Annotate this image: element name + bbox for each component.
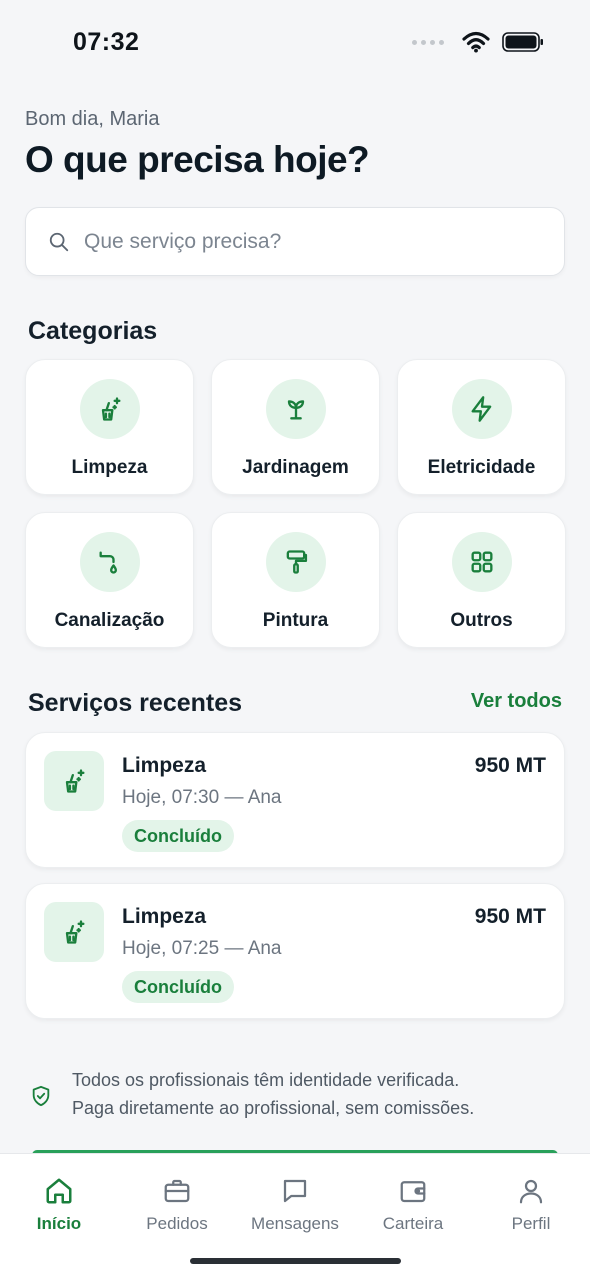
trust-line-2: Paga diretamente ao profissional, sem co… <box>72 1098 475 1118</box>
briefcase-icon <box>164 1179 190 1203</box>
categories-title: Categorias <box>28 317 158 345</box>
category-label: Outros <box>450 610 513 631</box>
tab-pedidos[interactable]: Pedidos <box>118 1176 236 1234</box>
service-subtitle: Hoje, 07:30 — Ana <box>122 787 282 808</box>
tab-mensagens[interactable]: Mensagens <box>236 1176 354 1234</box>
status-badge: Concluído <box>122 971 234 1003</box>
search-input[interactable] <box>84 229 524 254</box>
sprout-icon <box>287 400 304 420</box>
categories-grid: Limpeza Jardinagem Eletricidade Canaliza… <box>25 359 566 648</box>
signal-dots-icon <box>412 39 444 45</box>
search-icon <box>49 232 69 251</box>
cleaning-icon <box>65 769 85 793</box>
category-icon-badge <box>79 532 140 592</box>
tab-label: Pedidos <box>146 1214 208 1233</box>
category-icon-badge <box>451 379 512 439</box>
user-icon <box>519 1179 543 1204</box>
status-time: 07:32 <box>73 28 140 56</box>
cleaning-icon <box>101 397 121 421</box>
page-title: O que precisa hoje? <box>25 139 370 180</box>
home-icon <box>46 1178 72 1204</box>
service-price: 950 MT <box>474 905 546 928</box>
tab-inicio[interactable]: Início <box>0 1176 118 1234</box>
wifi-icon <box>462 31 490 53</box>
recent-service-card[interactable]: Limpeza Hoje, 07:25 — Ana 950 MT Concluí… <box>25 883 565 1019</box>
tab-label: Início <box>36 1214 82 1233</box>
battery-icon <box>502 32 543 52</box>
category-outros[interactable]: Outros <box>397 512 566 648</box>
recent-service-card[interactable]: Limpeza Hoje, 07:30 — Ana 950 MT Concluí… <box>25 732 565 868</box>
chat-icon <box>283 1179 307 1203</box>
wallet-icon <box>400 1181 426 1203</box>
tab-label: Mensagens <box>251 1214 339 1233</box>
category-icon-badge <box>265 379 326 439</box>
status-badge: Concluído <box>122 820 234 852</box>
grid-icon <box>471 551 492 573</box>
service-subtitle: Hoje, 07:25 — Ana <box>122 938 282 959</box>
category-pintura[interactable]: Pintura <box>211 512 380 648</box>
category-icon-badge <box>79 379 140 439</box>
search-bar[interactable] <box>25 207 565 276</box>
category-label: Limpeza <box>71 457 148 478</box>
category-limpeza[interactable]: Limpeza <box>25 359 194 495</box>
category-eletricidade[interactable]: Eletricidade <box>397 359 566 495</box>
category-label: Jardinagem <box>242 457 349 478</box>
service-title: Limpeza <box>122 754 207 777</box>
service-title: Limpeza <box>122 905 207 928</box>
cleaning-icon <box>65 920 85 944</box>
trust-line-1: Todos os profissionais têm identidade ve… <box>72 1070 460 1090</box>
status-icons <box>412 31 544 53</box>
service-price: 950 MT <box>474 754 546 777</box>
tab-carteira[interactable]: Carteira <box>354 1176 472 1234</box>
category-label: Eletricidade <box>427 457 536 478</box>
faucet-icon <box>99 551 117 574</box>
category-label: Pintura <box>262 610 329 631</box>
home-indicator <box>190 1258 401 1264</box>
paint-roller-icon <box>286 550 307 574</box>
category-canalizacao[interactable]: Canalização <box>25 512 194 648</box>
category-icon-badge <box>451 532 512 592</box>
lightning-icon <box>471 396 491 422</box>
recent-services-title: Serviços recentes <box>28 689 243 717</box>
see-all-link[interactable]: Ver todos <box>471 690 562 713</box>
tab-perfil[interactable]: Perfil <box>472 1176 590 1234</box>
tab-label: Carteira <box>382 1214 444 1233</box>
shield-check-icon <box>32 1085 50 1107</box>
greeting-text: Bom dia, Maria <box>25 108 160 130</box>
status-bar: 07:32 <box>0 0 590 88</box>
service-icon-badge <box>44 902 104 962</box>
category-icon-badge <box>265 532 326 592</box>
tab-label: Perfil <box>511 1214 551 1233</box>
category-jardinagem[interactable]: Jardinagem <box>211 359 380 495</box>
service-icon-badge <box>44 751 104 811</box>
category-label: Canalização <box>54 610 165 631</box>
